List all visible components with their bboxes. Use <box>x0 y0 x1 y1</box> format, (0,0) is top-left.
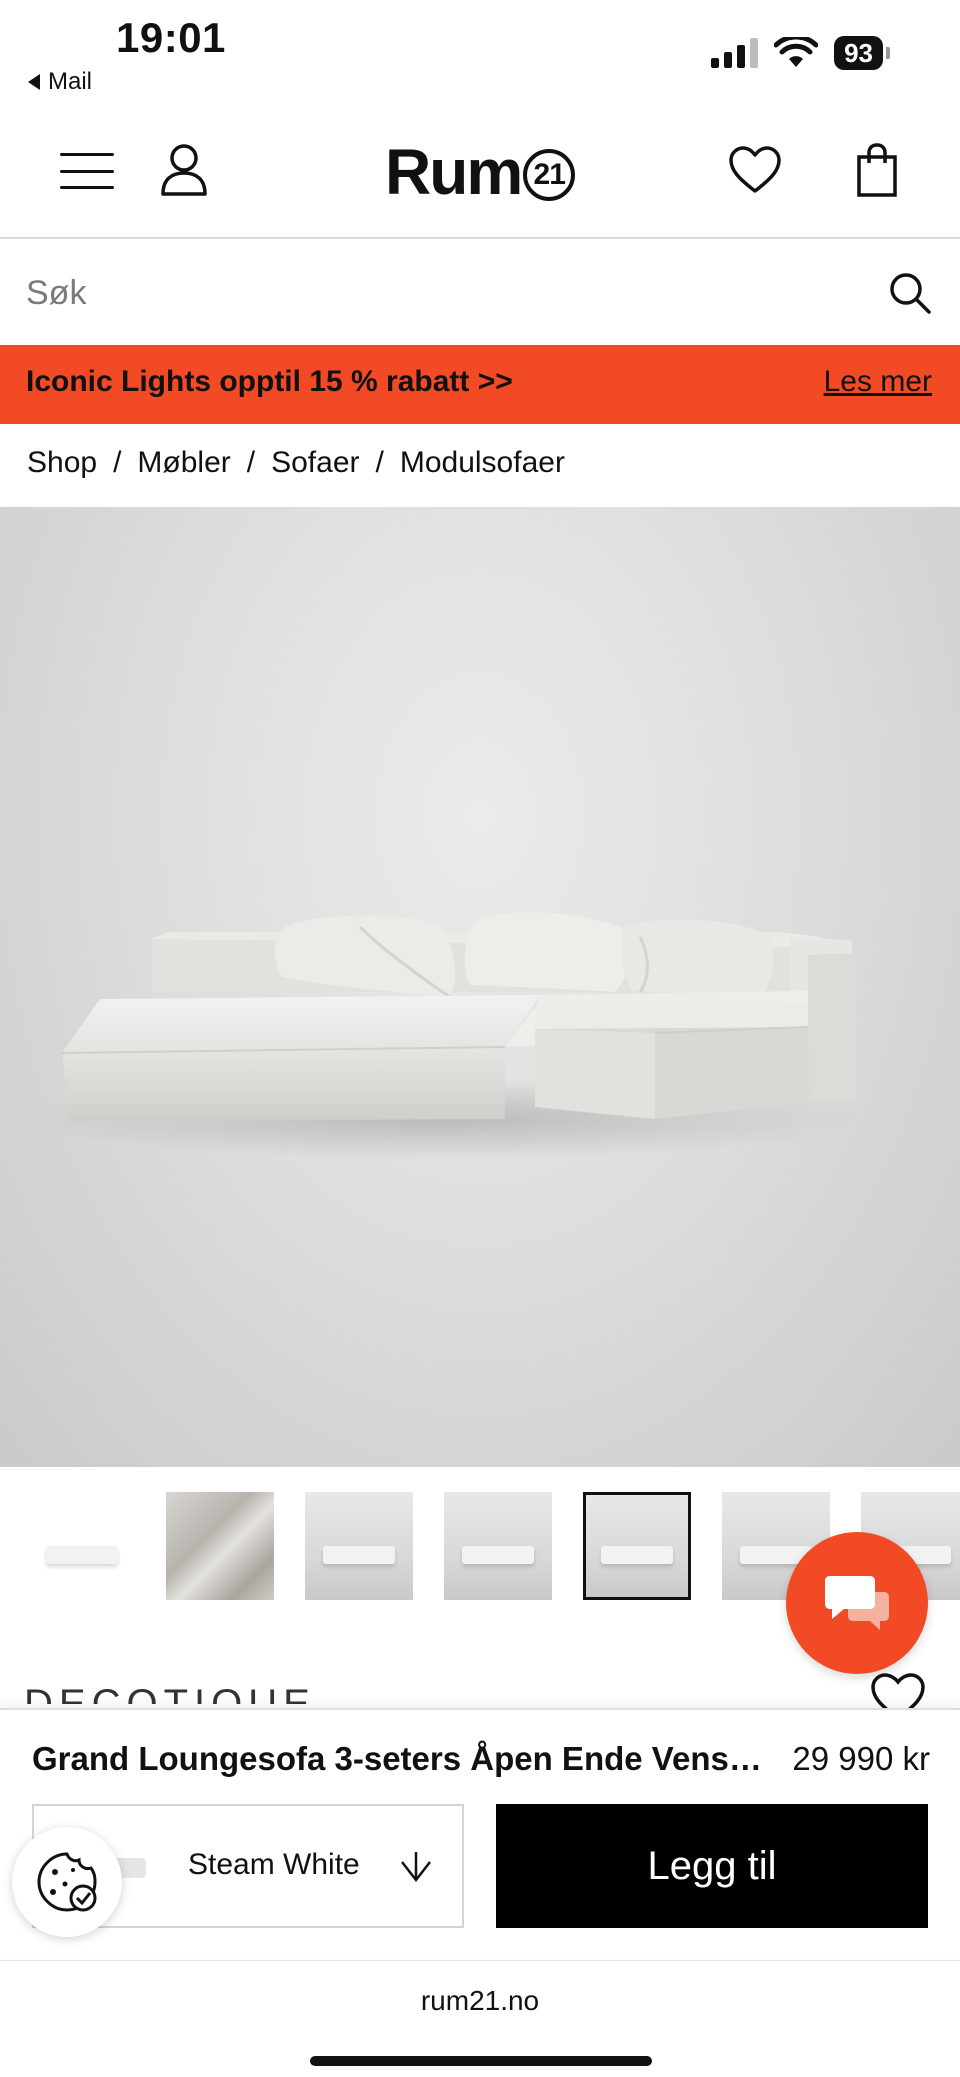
back-arrow-icon <box>28 74 40 90</box>
breadcrumb-separator: / <box>375 446 384 479</box>
wifi-icon <box>774 37 819 67</box>
breadcrumb-sofaer[interactable]: Sofaer <box>271 446 359 480</box>
back-to-mail[interactable]: Mail <box>28 68 92 96</box>
breadcrumb-separator: / <box>246 446 256 479</box>
thumbnail-selected[interactable] <box>583 1492 691 1600</box>
thumbnail[interactable] <box>166 1492 274 1600</box>
brand-name[interactable]: DECOTIQUE <box>24 1680 316 1704</box>
cookie-settings-button[interactable] <box>12 1827 122 1937</box>
back-app-label: Mail <box>48 68 93 95</box>
browser-url[interactable]: rum21.no <box>0 1985 960 2017</box>
status-icons: 93 <box>711 36 890 70</box>
home-indicator[interactable] <box>310 2056 652 2066</box>
variant-label: Steam White <box>188 1848 360 1881</box>
site-header: Rum 21 <box>0 105 960 239</box>
breadcrumb: Shop / Møbler / Sofaer / Modulsofaer <box>27 446 565 480</box>
product-title: Grand Loungesofa 3-seters Åpen Ende Vens… <box>32 1740 762 1777</box>
product-price: 29 990 kr <box>792 1740 930 1777</box>
logo-circle: 21 <box>523 149 576 201</box>
status-bar: 19:01 Mail 93 <box>0 0 960 105</box>
add-to-cart-button[interactable]: Legg til <box>496 1804 928 1928</box>
chat-button[interactable] <box>786 1532 928 1674</box>
cellular-signal-icon <box>711 38 759 68</box>
breadcrumb-shop[interactable]: Shop <box>27 446 97 480</box>
cookie-icon <box>37 1852 97 1912</box>
search-input[interactable] <box>26 265 846 321</box>
promo-text: Iconic Lights opptil 15 % rabatt >> <box>26 365 513 398</box>
product-action-bar: Grand Loungesofa 3-seters Åpen Ende Vens… <box>0 1708 960 1958</box>
battery-level: 93 <box>834 36 883 70</box>
heart-icon[interactable] <box>728 145 782 195</box>
breadcrumb-mobler[interactable]: Møbler <box>137 446 230 480</box>
browser-address-bar[interactable]: rum21.no <box>0 1960 960 2077</box>
site-logo[interactable]: Rum 21 <box>385 135 576 209</box>
favorite-icon[interactable] <box>868 1672 928 1708</box>
status-time: 19:01 <box>116 14 226 61</box>
bag-icon[interactable] <box>856 143 898 197</box>
account-icon[interactable] <box>160 143 208 197</box>
product-main-image[interactable] <box>0 507 960 1467</box>
menu-icon[interactable] <box>60 153 114 189</box>
promo-banner[interactable]: Iconic Lights opptil 15 % rabatt >> Les … <box>0 345 960 424</box>
breadcrumb-modulsofaer[interactable]: Modulsofaer <box>400 446 565 480</box>
battery-icon: 93 <box>834 36 890 70</box>
search-bar <box>0 241 960 345</box>
chat-icon <box>825 1576 889 1630</box>
sofa-illustration <box>20 912 860 1159</box>
thumbnail[interactable] <box>28 1492 136 1600</box>
thumbnail[interactable] <box>305 1492 413 1600</box>
thumbnail[interactable] <box>444 1492 552 1600</box>
promo-read-more-link[interactable]: Les mer <box>824 365 932 399</box>
logo-text: Rum <box>385 136 523 208</box>
search-icon[interactable] <box>888 271 932 315</box>
breadcrumb-separator: / <box>113 446 122 479</box>
chevron-down-icon <box>401 1852 431 1883</box>
